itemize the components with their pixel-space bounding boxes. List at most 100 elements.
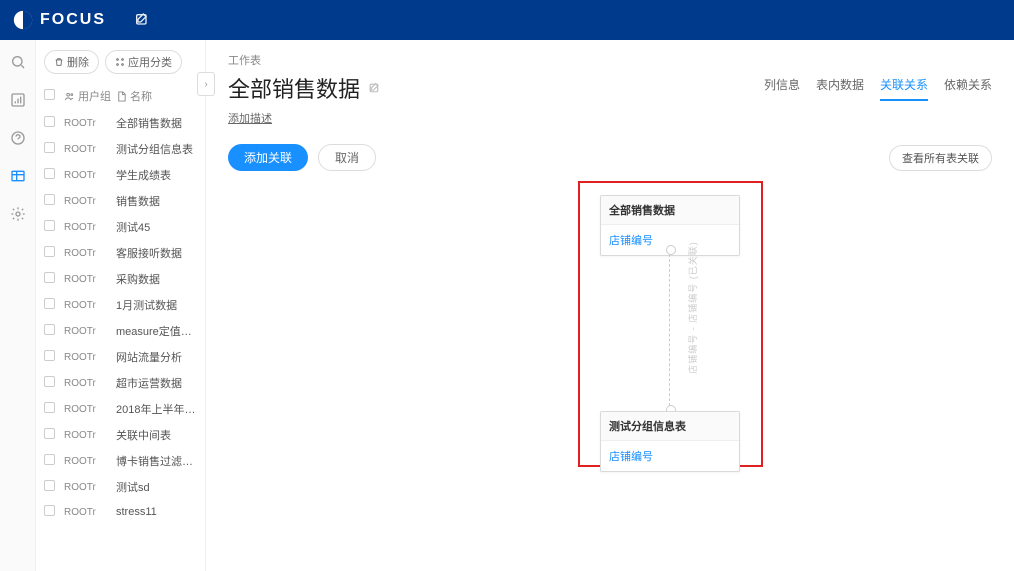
tab-dependency[interactable]: 依赖关系 xyxy=(944,76,992,101)
relation-canvas: 全部销售数据 店铺编号 店铺编号 - 店铺编号 (已关联) 测试分组信息表 店铺… xyxy=(228,181,992,571)
list-header: 用户组 名称 xyxy=(36,82,205,110)
row-name: 网站流量分析 xyxy=(116,349,197,365)
connector-line xyxy=(669,249,670,411)
nav-rail xyxy=(0,40,36,571)
collapse-handle-icon[interactable]: › xyxy=(197,72,215,96)
table-row[interactable]: ROOTr博卡销售过滤新增数据增量 xyxy=(36,448,205,474)
row-name: 销售数据 xyxy=(116,193,197,209)
logo: FOCUS xyxy=(12,9,106,31)
connector-label: 店铺编号 - 店铺编号 (已关联) xyxy=(686,241,699,374)
tab-table-data[interactable]: 表内数据 xyxy=(816,76,864,101)
select-all-checkbox[interactable] xyxy=(44,89,55,100)
nav-table-icon[interactable] xyxy=(8,166,28,186)
nav-search-icon[interactable] xyxy=(8,52,28,72)
row-checkbox[interactable] xyxy=(44,350,55,361)
category-label: 应用分类 xyxy=(128,54,172,70)
table-row[interactable]: ROOTr2018年上半年综合明细表 xyxy=(36,396,205,422)
add-description-link[interactable]: 添加描述 xyxy=(228,110,992,126)
doc-icon xyxy=(116,91,127,102)
nav-help-icon[interactable] xyxy=(8,128,28,148)
users-icon xyxy=(64,91,75,102)
row-group: ROOTr xyxy=(64,326,116,337)
tab-relation[interactable]: 关联关系 xyxy=(880,76,928,101)
row-group: ROOTr xyxy=(64,352,116,363)
row-group: ROOTr xyxy=(64,274,116,285)
row-name: stress11 xyxy=(116,506,197,518)
row-name: 超市运营数据 xyxy=(116,375,197,391)
row-checkbox[interactable] xyxy=(44,272,55,283)
row-checkbox[interactable] xyxy=(44,168,55,179)
row-group: ROOTr xyxy=(64,378,116,389)
row-group: ROOTr xyxy=(64,507,116,518)
row-name: 博卡销售过滤新增数据增量 xyxy=(116,453,197,469)
node-target-field: 店铺编号 xyxy=(601,441,739,471)
logo-icon xyxy=(12,9,34,31)
row-checkbox[interactable] xyxy=(44,246,55,257)
table-row[interactable]: ROOTr测试45 xyxy=(36,214,205,240)
table-row[interactable]: ROOTr全部销售数据 xyxy=(36,110,205,136)
view-all-relations-button[interactable]: 查看所有表关联 xyxy=(889,145,992,171)
main-area: 工作表 全部销售数据 添加描述 列信息 表内数据 关联关系 依赖关系 添加关联 … xyxy=(206,40,1014,571)
row-group: ROOTr xyxy=(64,430,116,441)
row-checkbox[interactable] xyxy=(44,428,55,439)
row-name: 关联中间表 xyxy=(116,427,197,443)
row-checkbox[interactable] xyxy=(44,324,55,335)
table-row[interactable]: ROOTr学生成绩表 xyxy=(36,162,205,188)
row-checkbox[interactable] xyxy=(44,376,55,387)
table-row[interactable]: ROOTr采购数据 xyxy=(36,266,205,292)
row-name: 测试45 xyxy=(116,219,197,235)
row-checkbox[interactable] xyxy=(44,116,55,127)
header-user-group: 用户组 xyxy=(78,88,111,104)
edit-title-icon[interactable] xyxy=(368,82,381,95)
row-group: ROOTr xyxy=(64,118,116,129)
row-name: 1月测试数据 xyxy=(116,297,197,313)
row-checkbox[interactable] xyxy=(44,454,55,465)
row-name: 测试分组信息表 xyxy=(116,141,197,157)
table-row[interactable]: ROOTrmeasure定值测试 xyxy=(36,318,205,344)
row-checkbox[interactable] xyxy=(44,194,55,205)
tab-column-info[interactable]: 列信息 xyxy=(764,76,800,101)
header-name: 名称 xyxy=(130,88,152,104)
row-name: 2018年上半年综合明细表 xyxy=(116,401,197,417)
table-row[interactable]: ROOTr超市运营数据 xyxy=(36,370,205,396)
table-row[interactable]: ROOTr测试分组信息表 xyxy=(36,136,205,162)
row-group: ROOTr xyxy=(64,196,116,207)
node-target-title: 测试分组信息表 xyxy=(601,412,739,441)
compose-icon[interactable] xyxy=(134,12,150,28)
node-source-title: 全部销售数据 xyxy=(601,196,739,225)
row-name: 学生成绩表 xyxy=(116,167,197,183)
row-checkbox[interactable] xyxy=(44,402,55,413)
nav-settings-icon[interactable] xyxy=(8,204,28,224)
row-checkbox[interactable] xyxy=(44,505,55,516)
row-group: ROOTr xyxy=(64,482,116,493)
row-group: ROOTr xyxy=(64,300,116,311)
row-checkbox[interactable] xyxy=(44,480,55,491)
table-row[interactable]: ROOTrstress11 xyxy=(36,500,205,524)
row-name: measure定值测试 xyxy=(116,323,197,339)
row-checkbox[interactable] xyxy=(44,220,55,231)
table-row[interactable]: ROOTr1月测试数据 xyxy=(36,292,205,318)
row-group: ROOTr xyxy=(64,170,116,181)
nav-chart-icon[interactable] xyxy=(8,90,28,110)
cancel-button[interactable]: 取消 xyxy=(318,144,376,171)
logo-text: FOCUS xyxy=(40,11,106,29)
row-group: ROOTr xyxy=(64,456,116,467)
table-row[interactable]: ROOTr关联中间表 xyxy=(36,422,205,448)
top-bar: FOCUS xyxy=(0,0,1014,40)
table-list: ROOTr全部销售数据ROOTr测试分组信息表ROOTr学生成绩表ROOTr销售… xyxy=(36,110,205,571)
breadcrumb: 工作表 xyxy=(228,52,992,68)
row-name: 采购数据 xyxy=(116,271,197,287)
table-row[interactable]: ROOTr测试sd xyxy=(36,474,205,500)
row-group: ROOTr xyxy=(64,248,116,259)
table-row[interactable]: ROOTr网站流量分析 xyxy=(36,344,205,370)
row-group: ROOTr xyxy=(64,144,116,155)
category-button[interactable]: 应用分类 xyxy=(105,50,182,74)
row-checkbox[interactable] xyxy=(44,298,55,309)
table-row[interactable]: ROOTr客服接听数据 xyxy=(36,240,205,266)
row-group: ROOTr xyxy=(64,222,116,233)
row-checkbox[interactable] xyxy=(44,142,55,153)
table-row[interactable]: ROOTr销售数据 xyxy=(36,188,205,214)
delete-button[interactable]: 删除 xyxy=(44,50,99,74)
node-target[interactable]: 测试分组信息表 店铺编号 xyxy=(600,411,740,472)
add-relation-button[interactable]: 添加关联 xyxy=(228,144,308,171)
